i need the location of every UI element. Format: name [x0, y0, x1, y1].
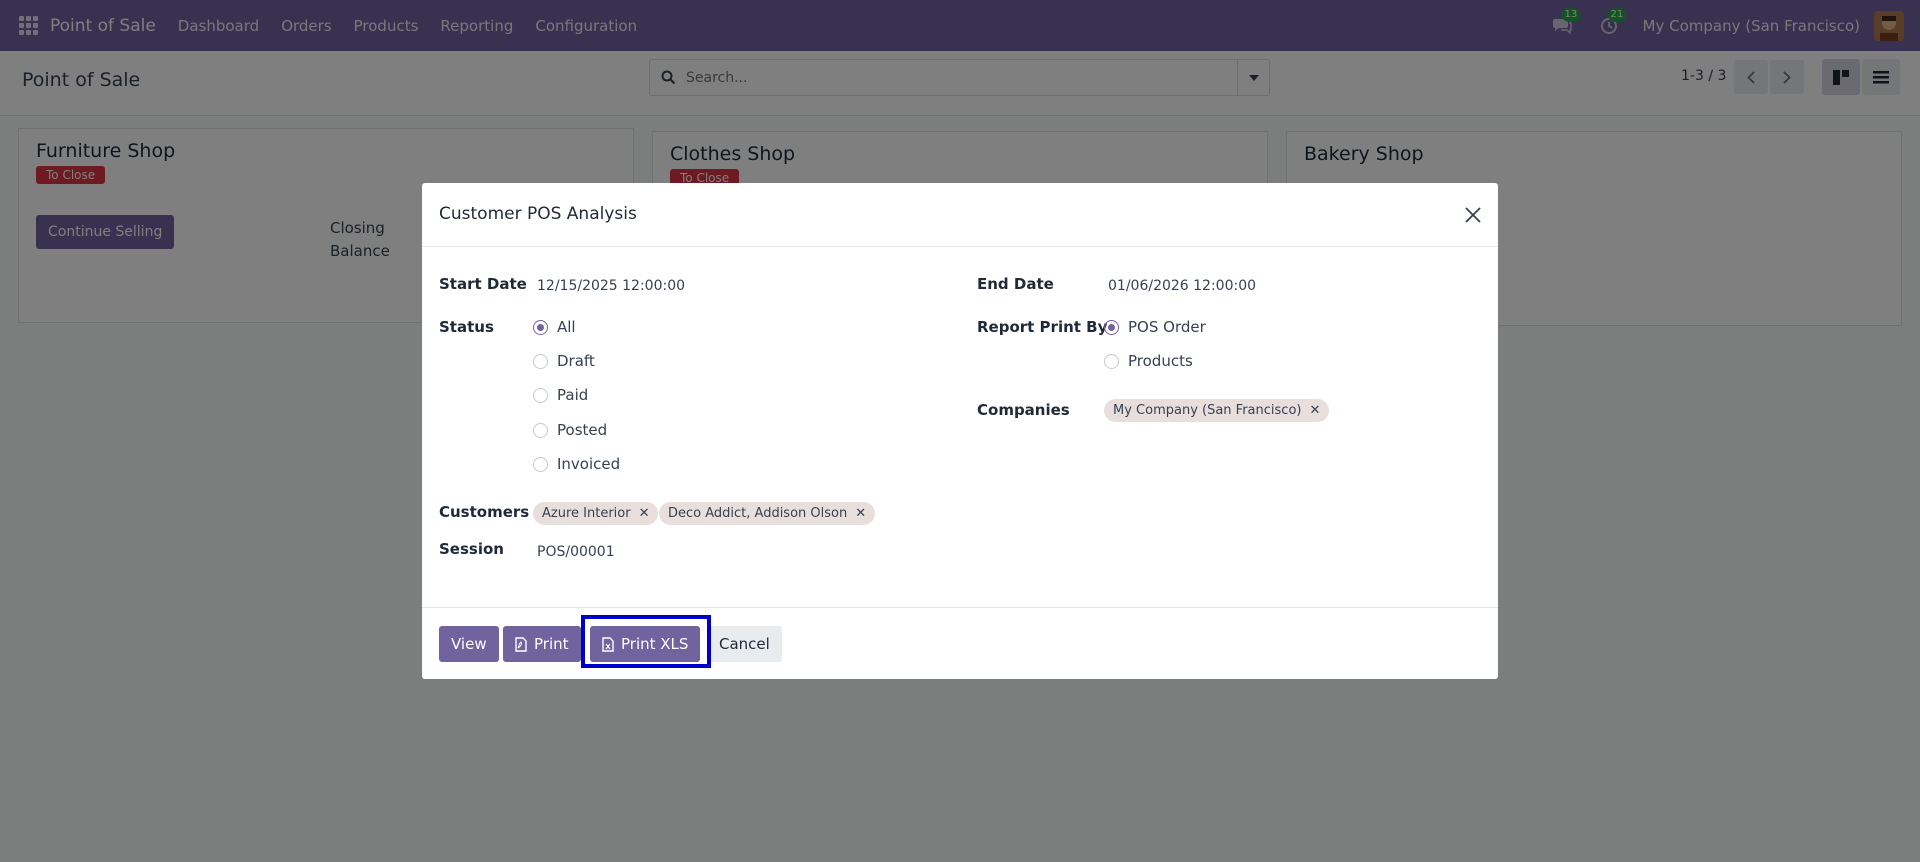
- status-option-label: Paid: [557, 386, 589, 404]
- companies-label: Companies: [977, 401, 1070, 419]
- status-option-posted[interactable]: Posted: [533, 421, 607, 439]
- start-date-label: Start Date: [439, 275, 527, 293]
- cancel-button[interactable]: Cancel: [707, 626, 782, 662]
- print-by-option-products[interactable]: Products: [1104, 352, 1193, 370]
- status-label: Status: [439, 318, 494, 336]
- remove-tag-icon[interactable]: ✕: [1309, 403, 1320, 418]
- customer-pos-analysis-dialog: Customer POS Analysis Start Date 12/15/2…: [422, 183, 1498, 679]
- status-option-label: Posted: [557, 421, 608, 439]
- end-date-field[interactable]: 01/06/2026 12:00:00: [1108, 278, 1256, 294]
- file-pdf-icon: [515, 636, 527, 652]
- print-button[interactable]: Print: [503, 626, 581, 662]
- status-option-draft[interactable]: Draft: [533, 352, 595, 370]
- radio-unchecked[interactable]: [1104, 353, 1119, 369]
- view-button-label: View: [451, 635, 487, 653]
- cancel-button-label: Cancel: [719, 635, 770, 653]
- status-option-label: Draft: [557, 352, 595, 370]
- radio-checked[interactable]: [1104, 319, 1119, 335]
- start-date-field[interactable]: 12/15/2025 12:00:00: [537, 278, 685, 294]
- customer-tag-label: Azure Interior: [542, 506, 631, 521]
- remove-tag-icon[interactable]: ✕: [639, 506, 650, 521]
- status-option-all[interactable]: All: [533, 318, 576, 336]
- status-option-label: All: [557, 318, 576, 336]
- status-option-paid[interactable]: Paid: [533, 386, 588, 404]
- session-field[interactable]: POS/00001: [537, 544, 615, 560]
- status-option-label: Invoiced: [557, 455, 621, 473]
- radio-unchecked[interactable]: [533, 353, 548, 369]
- print-by-option-label: Products: [1128, 352, 1193, 370]
- radio-checked[interactable]: [533, 319, 548, 335]
- modal-header: Customer POS Analysis: [422, 183, 1498, 247]
- session-label: Session: [439, 540, 504, 558]
- customers-label: Customers: [439, 503, 530, 521]
- end-date-label: End Date: [977, 275, 1054, 293]
- company-tag: My Company (San Francisco) ✕: [1104, 399, 1330, 422]
- customer-tag-label: Deco Addict, Addison Olson: [668, 506, 848, 521]
- remove-tag-icon[interactable]: ✕: [855, 506, 866, 521]
- print-by-option-label: POS Order: [1128, 318, 1206, 336]
- company-tag-label: My Company (San Francisco): [1113, 403, 1302, 418]
- customer-tag: Azure Interior ✕: [533, 502, 659, 525]
- print-button-label: Print: [534, 635, 569, 653]
- radio-unchecked[interactable]: [533, 387, 548, 403]
- customer-tag: Deco Addict, Addison Olson ✕: [659, 502, 876, 525]
- view-button[interactable]: View: [439, 626, 499, 662]
- radio-unchecked[interactable]: [533, 456, 548, 472]
- modal-title: Customer POS Analysis: [439, 204, 637, 224]
- highlight-box: [581, 615, 711, 668]
- status-option-invoiced[interactable]: Invoiced: [533, 455, 620, 473]
- close-icon[interactable]: [1464, 206, 1482, 224]
- radio-unchecked[interactable]: [533, 422, 548, 438]
- print-by-option-pos-order[interactable]: POS Order: [1104, 318, 1206, 336]
- report-print-by-label: Report Print By: [977, 318, 1108, 336]
